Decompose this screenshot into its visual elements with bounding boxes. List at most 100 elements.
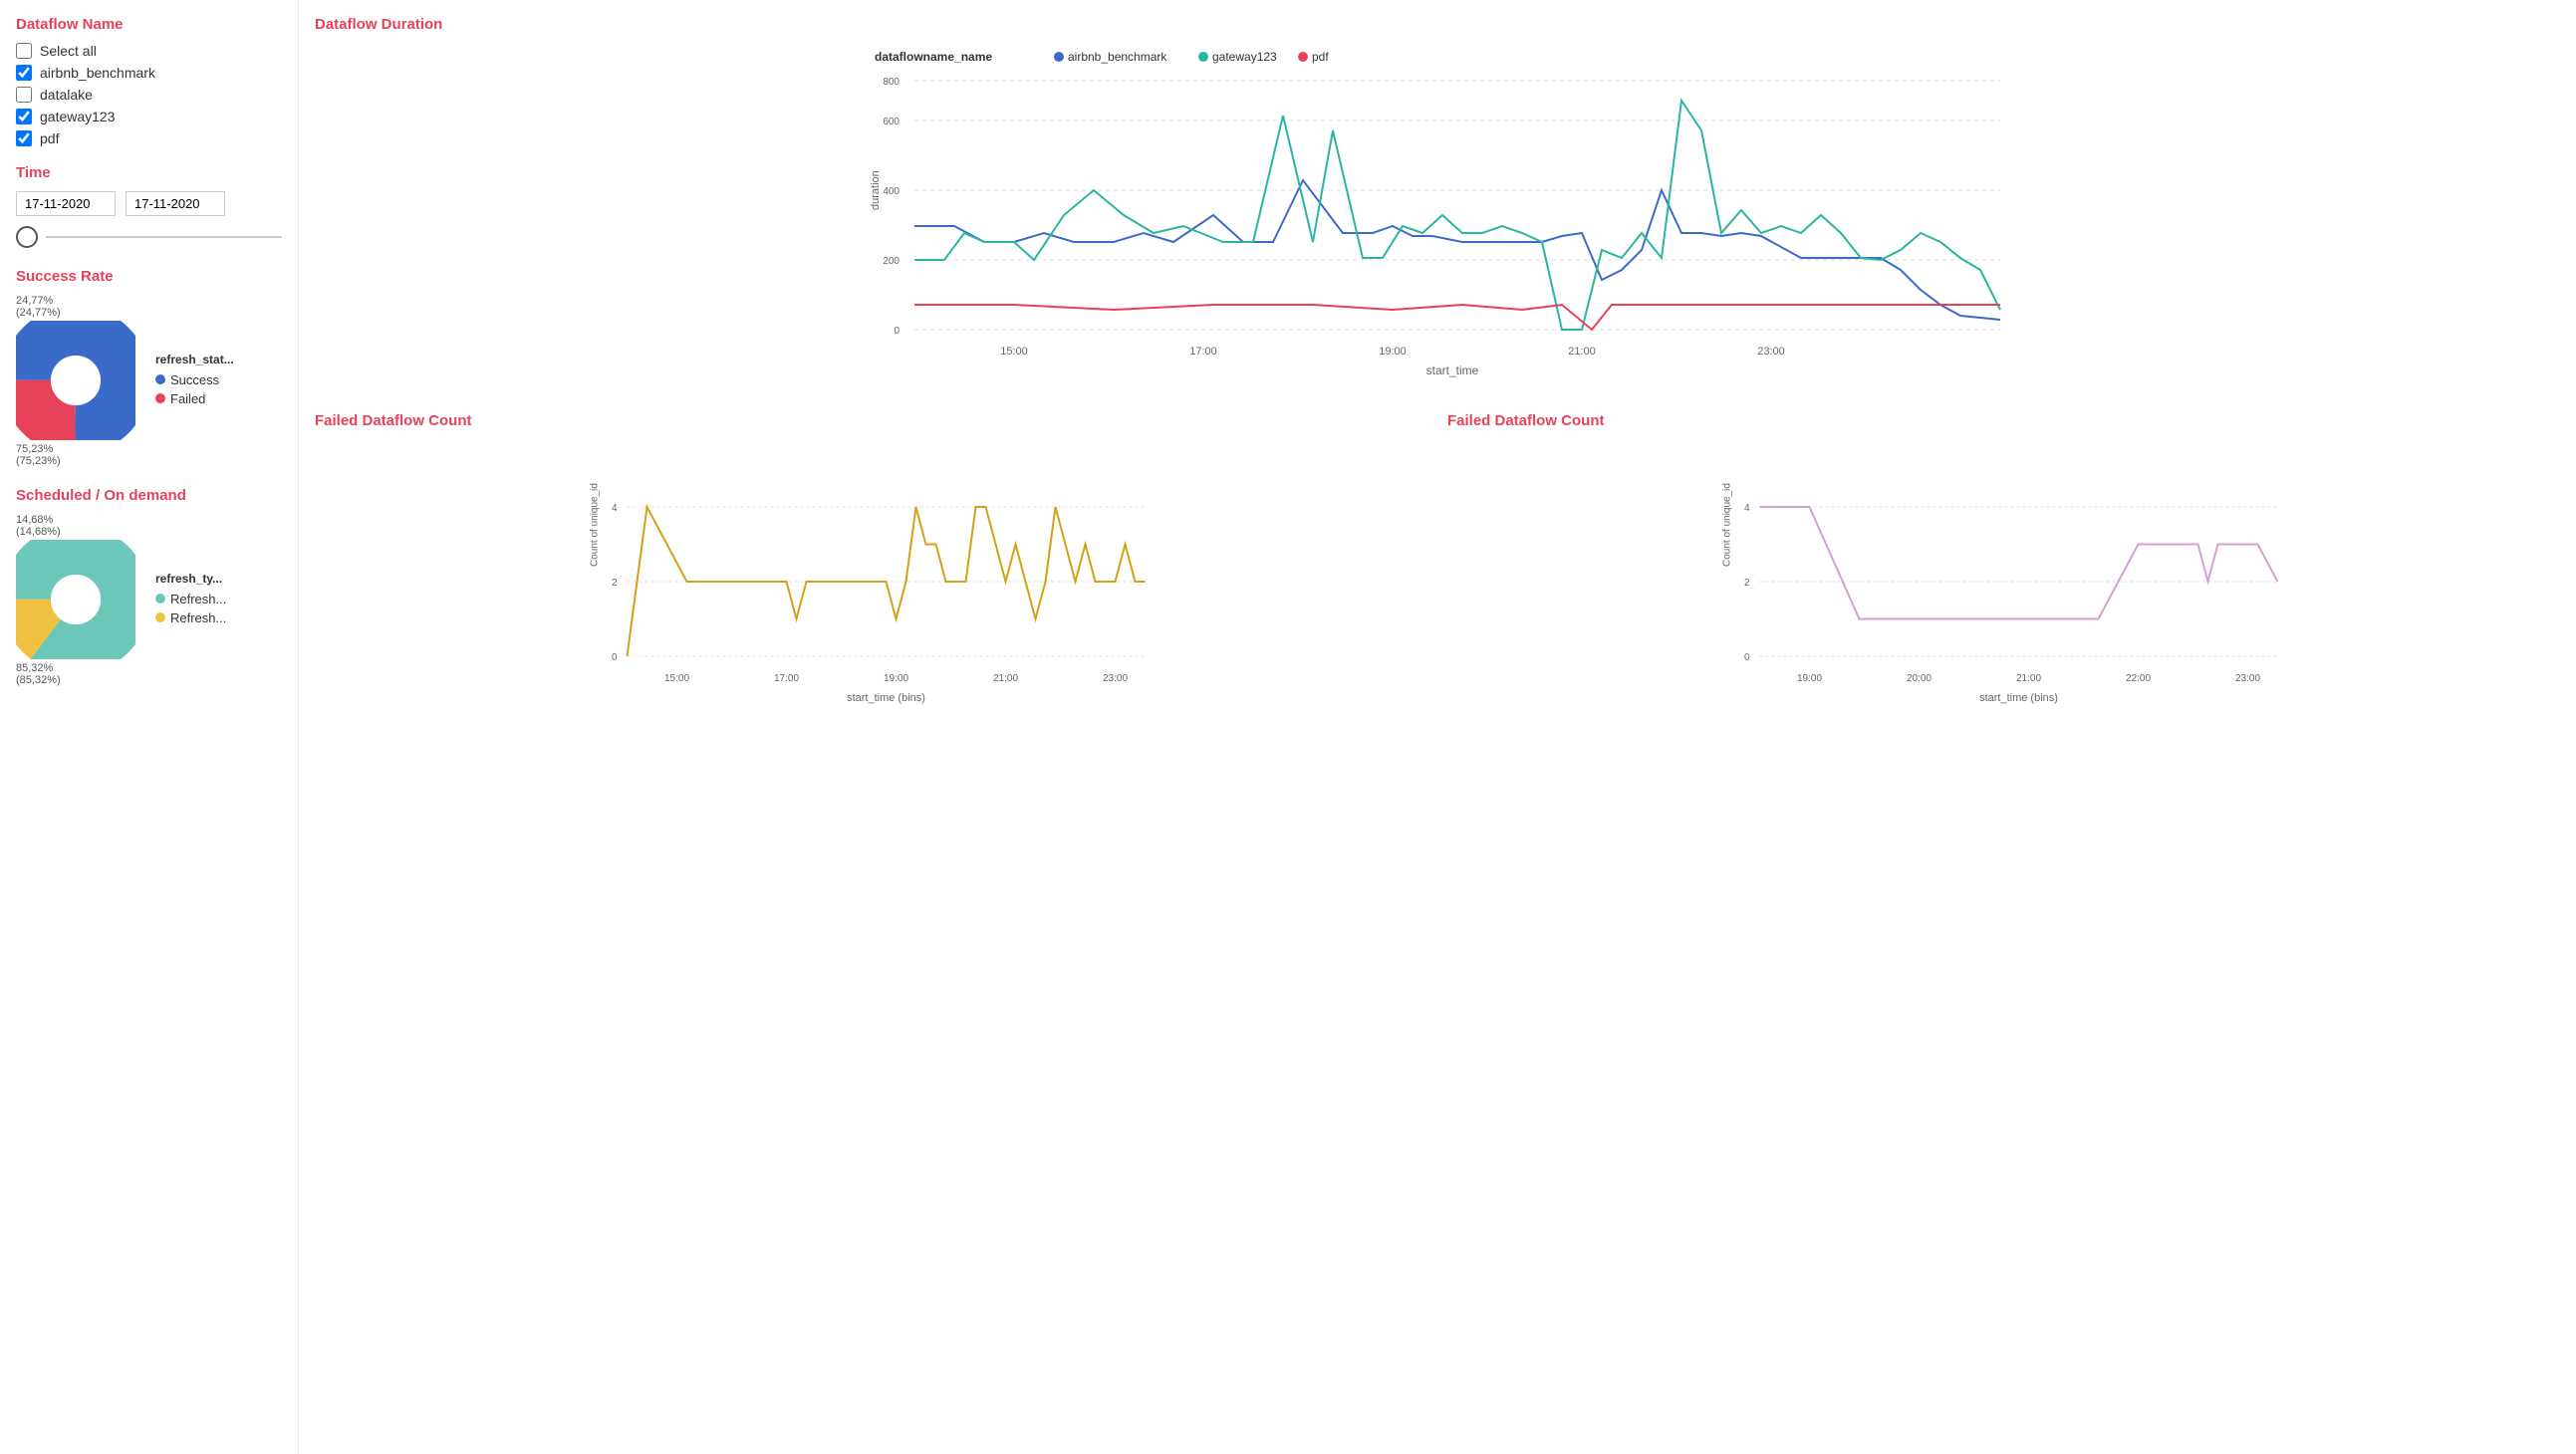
svg-text:2: 2 (1744, 578, 1750, 589)
duration-chart-title: Dataflow Duration (315, 16, 2560, 33)
success-rate-legend-title: refresh_stat... (155, 353, 234, 366)
slider-handle[interactable] (16, 226, 38, 248)
success-rate-sub-bottom: (75,23%) (16, 455, 61, 467)
datalake-checkbox[interactable] (16, 87, 32, 103)
scheduled-section: Scheduled / On demand 14,68%(14,68%) 85,… (16, 487, 282, 686)
time-slider[interactable] (16, 226, 282, 248)
slider-track (46, 236, 282, 238)
select-all-item[interactable]: Select all (16, 43, 282, 59)
success-legend-success: Success (155, 372, 234, 387)
gateway-item[interactable]: gateway123 (16, 109, 282, 124)
svg-text:15:00: 15:00 (1000, 346, 1028, 358)
svg-text:0: 0 (894, 326, 900, 337)
time-section: Time (16, 164, 282, 248)
svg-text:21:00: 21:00 (993, 673, 1018, 684)
dataflow-name-title: Dataflow Name (16, 16, 282, 33)
success-dot (155, 374, 165, 384)
datalake-item[interactable]: datalake (16, 87, 282, 103)
select-all-label: Select all (40, 43, 97, 59)
scheduled-pie-area: 14,68%(14,68%) 85,32%(85,32%) refresh_ty… (16, 514, 282, 686)
svg-text:600: 600 (883, 117, 900, 127)
failed-count-top-svg: Count of unique_id 0 2 4 15:00 17:00 19:… (315, 437, 1427, 716)
svg-text:Count of unique_id: Count of unique_id (590, 483, 601, 567)
success-rate-pie-svg (16, 321, 135, 440)
gateway-label: gateway123 (40, 109, 116, 124)
success-rate-outside-bottom: 75,23%(75,23%) (16, 443, 135, 467)
pdf-item[interactable]: pdf (16, 130, 282, 146)
svg-text:4: 4 (1744, 503, 1750, 514)
svg-text:15:00: 15:00 (664, 673, 689, 684)
success-rate-sub-top: (24,77%) (16, 307, 61, 319)
teal-legend-label: Refresh... (170, 592, 226, 606)
yellow-dot (155, 612, 165, 622)
svg-text:19:00: 19:00 (1797, 673, 1822, 684)
gateway-checkbox[interactable] (16, 109, 32, 124)
svg-text:start_time (bins): start_time (bins) (847, 692, 925, 704)
svg-text:start_time: start_time (1426, 364, 1479, 377)
svg-text:gateway123: gateway123 (1212, 50, 1277, 64)
svg-text:23:00: 23:00 (2235, 673, 2260, 684)
scheduled-legend-title: refresh_ty... (155, 572, 226, 586)
dataflow-checkbox-group: Select all airbnb_benchmark datalake gat… (16, 43, 282, 146)
success-rate-legend: refresh_stat... Success Failed (155, 353, 234, 410)
airbnb-label: airbnb_benchmark (40, 65, 155, 81)
svg-text:400: 400 (883, 186, 900, 197)
success-legend-label: Success (170, 372, 219, 387)
date-inputs (16, 191, 282, 216)
svg-text:pdf: pdf (1312, 50, 1329, 64)
failed-legend-label: Failed (170, 391, 205, 406)
svg-text:dataflowname_name: dataflowname_name (875, 50, 992, 64)
scheduled-outside-bottom: 85,32%(85,32%) (16, 662, 135, 686)
duration-chart-section: Dataflow Duration dataflowname_name airb… (315, 16, 2560, 382)
svg-text:21:00: 21:00 (2016, 673, 2041, 684)
success-legend-failed: Failed (155, 391, 234, 406)
svg-text:4: 4 (612, 503, 618, 514)
failed-dot (155, 393, 165, 403)
date-end-input[interactable] (126, 191, 225, 216)
svg-text:17:00: 17:00 (1189, 346, 1217, 358)
success-rate-pie-container: 24,77%(24,77%) 75,23%(75,23%) (16, 295, 135, 467)
date-start-input[interactable] (16, 191, 116, 216)
main-content: Dataflow Duration dataflowname_name airb… (299, 0, 2576, 1454)
failed-count-bottom-section: Failed Dataflow Count Count of unique_id… (1447, 412, 2560, 719)
airbnb-checkbox[interactable] (16, 65, 32, 81)
success-rate-pie-area: 24,77%(24,77%) 75,23%(75,23%) refresh_st… (16, 295, 282, 467)
failed-count-bottom-title: Failed Dataflow Count (1447, 412, 2560, 429)
svg-text:200: 200 (883, 256, 900, 267)
sidebar: Dataflow Name Select all airbnb_benchmar… (0, 0, 299, 1454)
scheduled-legend-teal: Refresh... (155, 592, 226, 606)
select-all-checkbox[interactable] (16, 43, 32, 59)
svg-text:duration: duration (870, 170, 882, 210)
svg-text:19:00: 19:00 (1379, 346, 1407, 358)
failed-count-bottom-svg: Count of unique_id 0 2 4 19:00 20:00 21:… (1447, 437, 2560, 716)
svg-text:800: 800 (883, 77, 900, 88)
failed-count-top-section: Failed Dataflow Count Count of unique_id… (315, 412, 1427, 719)
svg-text:17:00: 17:00 (774, 673, 799, 684)
svg-text:19:00: 19:00 (884, 673, 908, 684)
success-rate-outside-top: 24,77%(24,77%) (16, 295, 135, 319)
svg-text:0: 0 (1744, 652, 1750, 663)
scheduled-legend: refresh_ty... Refresh... Refresh... (155, 572, 226, 629)
success-rate-section: Success Rate 24,77%(24,77%) 75,23%(75,23… (16, 268, 282, 467)
scheduled-pie-svg (16, 540, 135, 659)
scheduled-legend-yellow: Refresh... (155, 610, 226, 625)
scheduled-outside-top: 14,68%(14,68%) (16, 514, 135, 538)
airbnb-item[interactable]: airbnb_benchmark (16, 65, 282, 81)
scheduled-pie-container: 14,68%(14,68%) 85,32%(85,32%) (16, 514, 135, 686)
scheduled-title: Scheduled / On demand (16, 487, 282, 504)
success-rate-title: Success Rate (16, 268, 282, 285)
time-title: Time (16, 164, 282, 181)
svg-text:20:00: 20:00 (1907, 673, 1932, 684)
datalake-label: datalake (40, 87, 93, 103)
svg-text:22:00: 22:00 (2126, 673, 2151, 684)
svg-text:2: 2 (612, 578, 618, 589)
svg-text:0: 0 (612, 652, 618, 663)
svg-text:start_time (bins): start_time (bins) (1979, 692, 2058, 704)
yellow-legend-label: Refresh... (170, 610, 226, 625)
bottom-charts-grid: Failed Dataflow Count Count of unique_id… (315, 412, 2560, 749)
failed-count-top-title: Failed Dataflow Count (315, 412, 1427, 429)
svg-text:23:00: 23:00 (1103, 673, 1128, 684)
svg-text:23:00: 23:00 (1757, 346, 1785, 358)
svg-text:21:00: 21:00 (1568, 346, 1596, 358)
pdf-checkbox[interactable] (16, 130, 32, 146)
